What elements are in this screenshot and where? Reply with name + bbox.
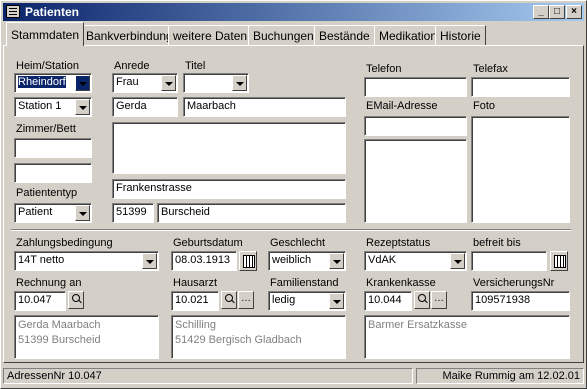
search-icon[interactable] xyxy=(68,291,84,309)
rechnung-line2: 51399 Burscheid xyxy=(18,334,101,346)
close-button[interactable]: × xyxy=(566,5,582,19)
telefax-label: Telefax xyxy=(473,63,508,75)
patiententyp-label: Patiententyp xyxy=(16,187,78,199)
hausarzt-input[interactable]: 10.021 xyxy=(171,291,219,311)
geschlecht-dropdown-button[interactable] xyxy=(329,253,344,269)
familienstand-label: Familienstand xyxy=(270,277,339,289)
section-divider xyxy=(11,229,571,231)
rechnung-an-info: Gerda Maarbach 51399 Burscheid xyxy=(14,315,159,359)
vorname-input[interactable]: Gerda xyxy=(112,97,178,117)
rezeptstatus-value: VdAK xyxy=(368,254,397,266)
foto-image[interactable] xyxy=(471,116,570,223)
rezeptstatus-dropdown-button[interactable] xyxy=(450,253,465,269)
befreit-bis-label: befreit bis xyxy=(473,237,521,249)
zimmer-bett-label: Zimmer/Bett xyxy=(16,123,76,135)
calendar-icon[interactable] xyxy=(550,251,568,271)
geschlecht-combobox[interactable]: weiblich xyxy=(268,251,346,271)
email-input[interactable] xyxy=(364,116,467,136)
zahlungsbedingung-value: 14T netto xyxy=(18,254,65,266)
minimize-button[interactable]: _ xyxy=(533,5,549,19)
tab-bestaende[interactable]: Bestände xyxy=(314,25,375,45)
krankenkasse-info: Barmer Ersatzkasse xyxy=(364,315,570,359)
patienten-window: Patienten _ □ × Stammdaten Bankverbindun… xyxy=(0,0,587,389)
tab-weitere-daten[interactable]: weitere Daten xyxy=(168,25,253,45)
geschlecht-value: weiblich xyxy=(272,254,312,266)
geburtsdatum-input[interactable]: 08.03.1913 xyxy=(171,251,237,271)
hausarzt-line1: Schilling xyxy=(175,319,216,331)
befreit-bis-input[interactable] xyxy=(471,251,547,271)
heim-dropdown-button[interactable] xyxy=(75,75,90,91)
hausarzt-label: Hausarzt xyxy=(173,277,218,289)
anrede-dropdown-button[interactable] xyxy=(161,75,176,91)
familienstand-combobox[interactable]: ledig xyxy=(268,291,346,311)
nachname-input[interactable]: Maarbach xyxy=(183,97,346,117)
rechnung-an-label: Rechnung an xyxy=(16,277,82,289)
zahlungsbedingung-dropdown-button[interactable] xyxy=(142,253,157,269)
notiz-textarea[interactable] xyxy=(364,139,467,223)
krankenkasse-label: Krankenkasse xyxy=(366,277,436,289)
bett-input[interactable] xyxy=(14,163,92,183)
anrede-combobox[interactable]: Frau xyxy=(112,73,178,93)
telefon-input[interactable] xyxy=(364,77,467,97)
search-icon[interactable] xyxy=(414,291,430,309)
status-adressennr: AdressenNr 10.047 xyxy=(3,368,413,384)
familienstand-dropdown-button[interactable] xyxy=(329,293,344,309)
heim-combobox[interactable]: Rheindorf xyxy=(14,73,92,93)
calendar-icon[interactable] xyxy=(239,251,257,271)
status-user-date: Maike Rummig am 12.02.01 xyxy=(416,368,584,384)
maximize-button[interactable]: □ xyxy=(549,5,565,19)
titel-dropdown-button[interactable] xyxy=(232,75,247,91)
plz-input[interactable]: 51399 xyxy=(112,203,154,223)
patiententyp-dropdown-button[interactable] xyxy=(75,205,90,221)
more-button[interactable]: … xyxy=(238,291,254,309)
anrede-label: Anrede xyxy=(114,60,150,72)
rechnung-line1: Gerda Maarbach xyxy=(18,319,101,331)
rezeptstatus-combobox[interactable]: VdAK xyxy=(364,251,467,271)
ort-input[interactable]: Burscheid xyxy=(157,203,346,223)
krankenkasse-input[interactable]: 10.044 xyxy=(364,291,412,311)
patiententyp-combobox[interactable]: Patient xyxy=(14,203,92,223)
tab-stammdaten[interactable]: Stammdaten xyxy=(6,22,85,46)
kasse-line1: Barmer Ersatzkasse xyxy=(368,319,468,331)
patiententyp-value: Patient xyxy=(18,206,53,218)
more-button[interactable]: … xyxy=(431,291,447,309)
geschlecht-label: Geschlecht xyxy=(270,237,326,249)
foto-label: Foto xyxy=(473,100,496,112)
strasse-input[interactable]: Frankenstrasse xyxy=(112,179,346,199)
station-dropdown-button[interactable] xyxy=(75,99,90,115)
station-combobox[interactable]: Station 1 xyxy=(14,97,92,117)
heim-station-label: Heim/Station xyxy=(16,60,79,72)
heim-value: Rheindorf xyxy=(18,76,66,88)
email-label: EMail-Adresse xyxy=(366,100,438,112)
rechnung-an-input[interactable]: 10.047 xyxy=(14,291,66,311)
tab-medikation[interactable]: Medikation xyxy=(374,25,443,45)
familienstand-value: ledig xyxy=(272,294,296,306)
versicherungsnr-label: VersicherungsNr xyxy=(473,277,555,289)
station-value: Station 1 xyxy=(18,100,62,112)
zimmer-input[interactable] xyxy=(14,138,92,158)
zahlungsbedingung-label: Zahlungsbedingung xyxy=(16,237,113,249)
status-bar: AdressenNr 10.047 Maike Rummig am 12.02.… xyxy=(3,366,584,386)
tab-buchungen[interactable]: Buchungen xyxy=(248,25,319,45)
titel-label: Titel xyxy=(185,60,206,72)
tab-bankverbindung[interactable]: Bankverbindung xyxy=(81,25,178,45)
titel-combobox[interactable] xyxy=(183,73,249,93)
tab-historie[interactable]: Historie xyxy=(435,25,486,45)
form-icon xyxy=(6,5,20,18)
hausarzt-info: Schilling 51429 Bergisch Gladbach xyxy=(171,315,346,359)
zahlungsbedingung-combobox[interactable]: 14T netto xyxy=(14,251,159,271)
rezeptstatus-label: Rezeptstatus xyxy=(366,237,431,249)
geburtsdatum-label: Geburtsdatum xyxy=(173,237,243,249)
window-title: Patienten xyxy=(25,5,80,19)
title-bar: Patienten _ □ × xyxy=(3,3,584,21)
telefax-input[interactable] xyxy=(471,77,570,97)
search-icon[interactable] xyxy=(221,291,237,309)
adresszusatz-textarea[interactable] xyxy=(112,122,346,174)
versicherungsnr-input[interactable]: 109571938 xyxy=(471,291,570,311)
telefon-label: Telefon xyxy=(366,63,402,75)
anrede-value: Frau xyxy=(116,76,139,88)
hausarzt-line2: 51429 Bergisch Gladbach xyxy=(175,334,302,346)
